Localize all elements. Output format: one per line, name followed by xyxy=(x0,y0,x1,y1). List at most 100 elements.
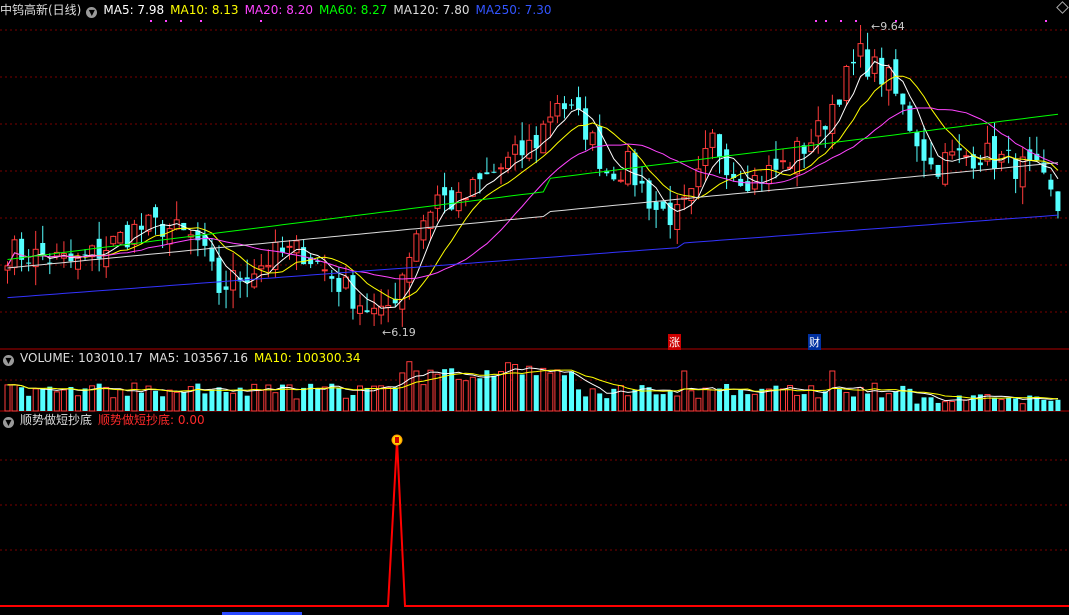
candle-body-up xyxy=(399,274,406,310)
signal-dot xyxy=(150,20,152,22)
candle-body-up xyxy=(117,231,124,244)
candle-body-down xyxy=(561,103,567,110)
volume-bar-up xyxy=(540,367,547,412)
volume-bar-up xyxy=(32,388,39,412)
volume-bar-up xyxy=(843,392,850,412)
candlestick-chart[interactable] xyxy=(4,20,1061,327)
volume-bar-up xyxy=(420,384,427,412)
volume-bar-down xyxy=(202,393,208,411)
volume-bar-down xyxy=(138,392,144,411)
candle-body-up xyxy=(32,248,39,268)
candle-body-down xyxy=(660,201,666,209)
volume-bar-down xyxy=(223,391,229,411)
candle-body-up xyxy=(498,167,504,170)
signal-dot xyxy=(180,20,182,22)
volume-bar-up xyxy=(469,376,476,412)
signal-dot xyxy=(855,20,857,22)
candle-body-up xyxy=(871,56,878,74)
volume-bar-down xyxy=(660,394,666,411)
indicator-chart[interactable] xyxy=(0,434,1069,615)
candle-body-up xyxy=(258,265,265,270)
candle-body-up xyxy=(434,194,441,209)
volume-bar-up xyxy=(462,380,469,412)
volume-bar-up xyxy=(998,399,1005,412)
volume-bar-down xyxy=(1013,398,1019,411)
candle-body-down xyxy=(336,277,342,292)
candle-body-down xyxy=(1006,149,1012,151)
volume-bar-up xyxy=(272,392,279,412)
candle-body-down xyxy=(576,97,582,110)
circle-caret-icon[interactable]: ▼ xyxy=(86,7,98,18)
volume-bar-down xyxy=(851,396,856,411)
volume-bar-down xyxy=(442,369,448,411)
circle-caret-icon[interactable]: ▼ xyxy=(3,355,14,366)
volume-bar-up xyxy=(512,364,519,412)
stock-chart[interactable] xyxy=(0,0,1069,615)
volume-bar-up xyxy=(857,386,864,412)
candle-body-up xyxy=(794,140,801,175)
volume-bar-down xyxy=(731,395,737,411)
candle-body-down xyxy=(773,158,779,170)
signal-dot xyxy=(200,20,202,22)
volume-bar-up xyxy=(117,388,124,412)
candle-body-up xyxy=(131,223,138,245)
candle-body-down xyxy=(935,164,941,177)
ma120-line xyxy=(7,162,1059,269)
ma120-value: MA120: 7.80 xyxy=(393,3,470,17)
volume-ma10-value: MA10: 100300.34 xyxy=(253,351,361,365)
volume-bar-down xyxy=(914,403,920,411)
candle-body-up xyxy=(942,152,949,185)
volume-bar-up xyxy=(794,394,801,412)
volume-bar-up xyxy=(378,385,385,412)
candle-body-down xyxy=(477,173,483,180)
volume-bar-down xyxy=(26,395,32,411)
volume-bar-down xyxy=(491,375,497,411)
volume-bar-down xyxy=(533,375,539,411)
candle-body-down xyxy=(364,310,370,313)
volume-bar-down xyxy=(237,387,243,411)
candle-body-up xyxy=(110,235,117,245)
volume-bar-down xyxy=(921,397,927,411)
volume-bar-down xyxy=(1055,399,1061,411)
volume-bar-up xyxy=(505,362,512,412)
volume-bar-down xyxy=(1041,399,1047,411)
volume-bar-up xyxy=(688,390,695,412)
candle-body-down xyxy=(836,99,842,105)
candle-body-up xyxy=(829,103,836,134)
volume-bar-down xyxy=(153,390,159,411)
volume-bar-up xyxy=(949,400,956,412)
volume-bar-down xyxy=(301,387,307,411)
indicator-legend: ▼ 顺势做短抄底 顺势做短抄底: 0.00 xyxy=(0,412,211,428)
candle-body-up xyxy=(547,116,554,123)
volume-bar-up xyxy=(103,386,110,412)
candle-body-up xyxy=(413,233,420,262)
volume-bar-down xyxy=(893,391,899,411)
candle-body-up xyxy=(617,179,624,182)
candle-body-down xyxy=(900,93,906,105)
candle-body-down xyxy=(1013,158,1019,179)
candle-body-up xyxy=(75,257,81,270)
candle-body-up xyxy=(427,211,434,230)
volume-bar-up xyxy=(554,369,561,412)
event-marker-cai[interactable]: 财 xyxy=(808,334,821,350)
volume-chart[interactable] xyxy=(4,361,1061,412)
candle-body-down xyxy=(992,136,997,169)
candle-body-down xyxy=(82,254,88,256)
volume-bar-up xyxy=(780,388,786,412)
ma10-value: MA10: 8.13 xyxy=(170,3,239,17)
candle-body-down xyxy=(1048,179,1054,190)
candle-body-down xyxy=(138,225,144,230)
event-marker-zhang[interactable]: 涨 xyxy=(668,334,681,350)
candle-body-down xyxy=(26,262,32,264)
volume-bar-down xyxy=(604,398,610,411)
volume-bar-down xyxy=(576,389,582,411)
volume-bar-down xyxy=(653,394,659,411)
volume-bar-down xyxy=(569,371,574,411)
volume-bar-down xyxy=(279,384,285,411)
volume-bar-up xyxy=(321,386,328,412)
volume-bar-up xyxy=(406,361,413,412)
signal-dot xyxy=(1045,20,1047,22)
high-arrow-icon: ← xyxy=(871,20,881,33)
volume-bar-up xyxy=(815,397,822,412)
circle-caret-icon[interactable]: ▼ xyxy=(3,417,14,428)
